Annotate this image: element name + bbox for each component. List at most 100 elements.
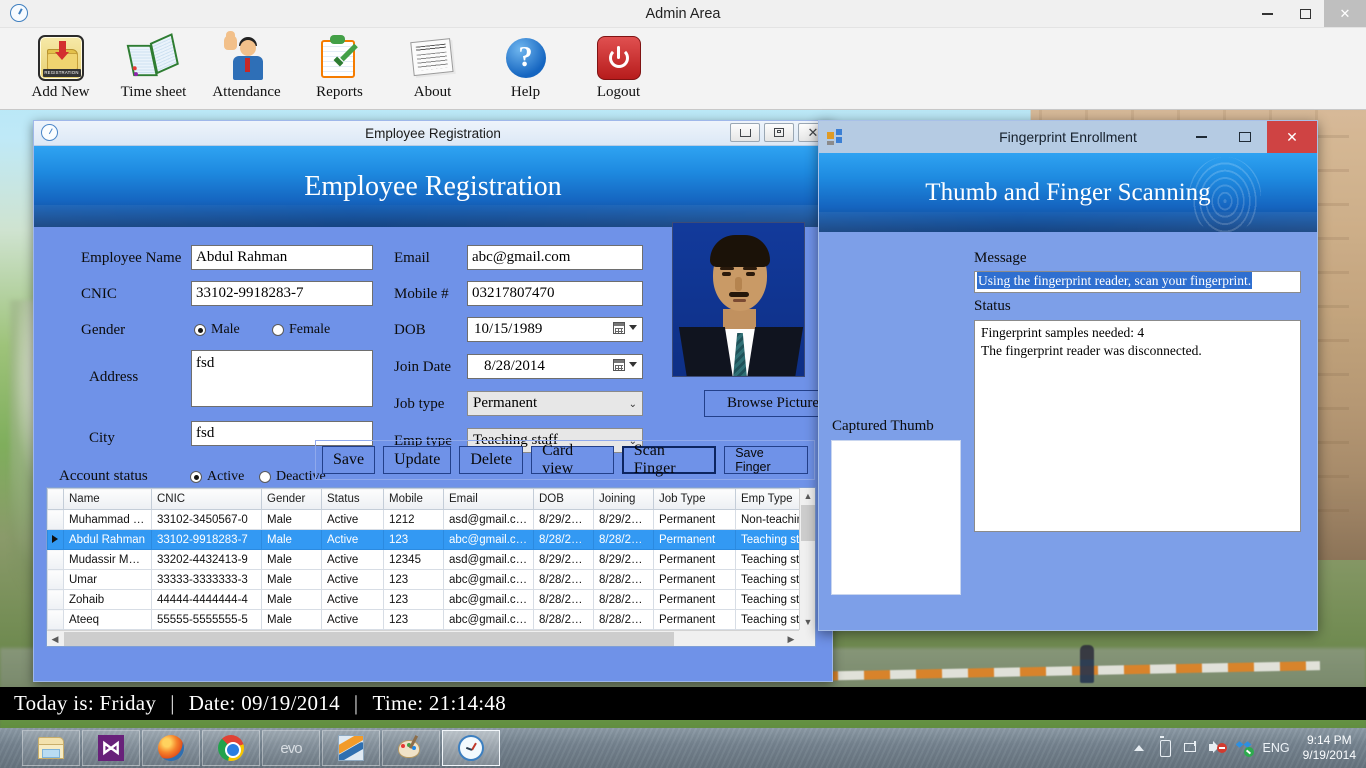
table-cell[interactable]: Permanent <box>653 569 736 590</box>
scroll-right-icon[interactable]: ▶ <box>783 631 799 647</box>
table-cell[interactable]: 55555-5555555-5 <box>151 609 262 630</box>
table-cell[interactable]: Permanent <box>653 549 736 570</box>
email-input[interactable]: abc@gmail.com <box>467 245 643 270</box>
table-cell[interactable]: 33202-4432413-9 <box>151 549 262 570</box>
table-cell[interactable]: 8/29/2014 <box>593 509 654 530</box>
toolbar-item-add-new[interactable]: REGISTRATION Add New <box>14 28 107 101</box>
table-cell[interactable]: Male <box>261 609 322 630</box>
minimize-icon[interactable] <box>1248 0 1286 27</box>
network-icon[interactable] <box>1183 741 1200 755</box>
table-cell[interactable]: asd@gmail.com <box>443 509 534 530</box>
scroll-down-icon[interactable]: ▼ <box>800 614 816 630</box>
table-cell[interactable]: Permanent <box>653 589 736 610</box>
table-cell[interactable]: Active <box>321 529 384 550</box>
table-cell[interactable]: abc@gmail.com <box>443 589 534 610</box>
table-cell[interactable]: Umar <box>63 569 152 590</box>
table-cell[interactable]: Abdul Rahman <box>63 529 152 550</box>
battery-icon[interactable] <box>1157 739 1175 757</box>
taskbar-item-swish[interactable] <box>322 730 380 766</box>
scroll-up-icon[interactable]: ▲ <box>800 488 816 504</box>
row-selector[interactable] <box>47 569 64 590</box>
table-row[interactable]: Zohaib 44444-4444444-4 Male Active 123 abc@gm… <box>47 589 799 610</box>
taskbar-item-firefox[interactable] <box>142 730 200 766</box>
row-selector[interactable] <box>47 549 64 570</box>
taskbar-item-chrome[interactable] <box>202 730 260 766</box>
table-cell[interactable]: 33102-9918283-7 <box>151 529 262 550</box>
taskbar-clock[interactable]: 9:14 PM 9/19/2014 <box>1299 733 1356 763</box>
scrollbar-thumb[interactable] <box>801 505 815 541</box>
toolbar-item-logout[interactable]: Logout <box>572 28 665 101</box>
table-cell[interactable]: Permanent <box>653 509 736 530</box>
minimize-icon[interactable] <box>730 123 760 142</box>
table-cell[interactable]: abc@gmail.com <box>443 609 534 630</box>
taskbar-item-evo[interactable]: evo <box>262 730 320 766</box>
maximize-icon[interactable] <box>1223 121 1267 153</box>
row-selector[interactable] <box>47 509 64 530</box>
gender-radio-female[interactable]: Female <box>272 322 330 338</box>
save-button[interactable]: Save <box>322 446 376 474</box>
table-cell[interactable]: 1212 <box>383 509 444 530</box>
table-cell[interactable]: Active <box>321 509 384 530</box>
table-cell[interactable]: Male <box>261 589 322 610</box>
grid-horizontal-scrollbar[interactable]: ◀ ▶ <box>47 630 799 646</box>
row-selector[interactable] <box>47 609 64 630</box>
status-textarea[interactable]: Fingerprint samples needed: 4 The finger… <box>974 320 1301 532</box>
toolbar-item-about[interactable]: About <box>386 28 479 101</box>
taskbar-item-clock-app[interactable] <box>442 730 500 766</box>
column-header[interactable]: DOB <box>533 488 594 510</box>
column-header[interactable]: Email <box>443 488 534 510</box>
table-cell[interactable]: Male <box>261 549 322 570</box>
table-cell[interactable]: 8/29/2014 <box>533 509 594 530</box>
table-cell[interactable]: 123 <box>383 589 444 610</box>
column-header[interactable]: Job Type <box>653 488 736 510</box>
taskbar-item-visual-studio[interactable]: ⋈ <box>82 730 140 766</box>
row-selector[interactable] <box>47 529 64 550</box>
table-cell[interactable]: 33102-3450567-0 <box>151 509 262 530</box>
table-cell[interactable]: Male <box>261 569 322 590</box>
table-cell[interactable]: abc@gmail.com <box>443 569 534 590</box>
employee-data-grid[interactable]: Name CNIC Gender Status Mobile Email DOB… <box>46 487 816 647</box>
column-header[interactable]: Gender <box>261 488 322 510</box>
column-header[interactable]: Status <box>321 488 384 510</box>
address-input[interactable]: fsd <box>191 350 373 407</box>
table-cell[interactable]: 33333-3333333-3 <box>151 569 262 590</box>
table-cell[interactable]: Teaching staff <box>735 569 799 590</box>
cnic-input[interactable]: 33102-9918283-7 <box>191 281 373 306</box>
delete-button[interactable]: Delete <box>459 446 524 474</box>
scroll-left-icon[interactable]: ◀ <box>47 631 63 647</box>
employee-name-input[interactable]: Abdul Rahman <box>191 245 373 270</box>
table-cell[interactable]: 8/28/2014 <box>593 569 654 590</box>
table-cell[interactable]: 44444-4444444-4 <box>151 589 262 610</box>
table-cell[interactable]: Active <box>321 589 384 610</box>
account-status-radio-active[interactable]: Active <box>190 469 244 485</box>
toolbar-item-attendance[interactable]: Attendance <box>200 28 293 101</box>
table-cell[interactable]: Muhammad Umar <box>63 509 152 530</box>
language-indicator[interactable]: ENG <box>1263 741 1290 755</box>
table-row[interactable]: Mudassir Manz... 33202-4432413-9 Male Activ… <box>47 549 799 570</box>
table-cell[interactable]: Zohaib <box>63 589 152 610</box>
join-date-date-picker[interactable]: 8/28/2014 <box>467 354 643 379</box>
table-cell[interactable]: 12345 <box>383 549 444 570</box>
column-header[interactable]: Name <box>63 488 152 510</box>
close-icon[interactable]: ✕ <box>1324 0 1366 27</box>
message-input[interactable]: Using the fingerprint reader, scan your … <box>974 271 1301 293</box>
table-row[interactable]: Umar 33333-3333333-3 Male Active 123 abc@gmai… <box>47 569 799 590</box>
table-row[interactable]: Abdul Rahman 33102-9918283-7 Male Active 123… <box>47 529 799 550</box>
save-finger-button[interactable]: Save Finger <box>724 446 808 474</box>
table-cell[interactable]: Teaching staff <box>735 529 799 550</box>
card-view-button[interactable]: Card view <box>531 442 614 477</box>
table-cell[interactable]: 8/29/2014 <box>533 549 594 570</box>
table-cell[interactable]: Active <box>321 609 384 630</box>
job-type-select[interactable]: Permanent ⌄ <box>467 391 643 416</box>
table-cell[interactable]: 8/29/2014 <box>593 549 654 570</box>
table-cell[interactable]: 8/28/2014 <box>593 529 654 550</box>
table-cell[interactable]: 123 <box>383 609 444 630</box>
column-header[interactable]: Mobile <box>383 488 444 510</box>
row-selector[interactable] <box>47 589 64 610</box>
column-header[interactable]: Emp Type <box>735 488 799 510</box>
toolbar-item-help[interactable]: ? Help <box>479 28 572 101</box>
maximize-icon[interactable] <box>1286 0 1324 27</box>
table-cell[interactable]: asd@gmail.com <box>443 549 534 570</box>
column-header[interactable]: Joining <box>593 488 654 510</box>
table-cell[interactable]: Permanent <box>653 609 736 630</box>
